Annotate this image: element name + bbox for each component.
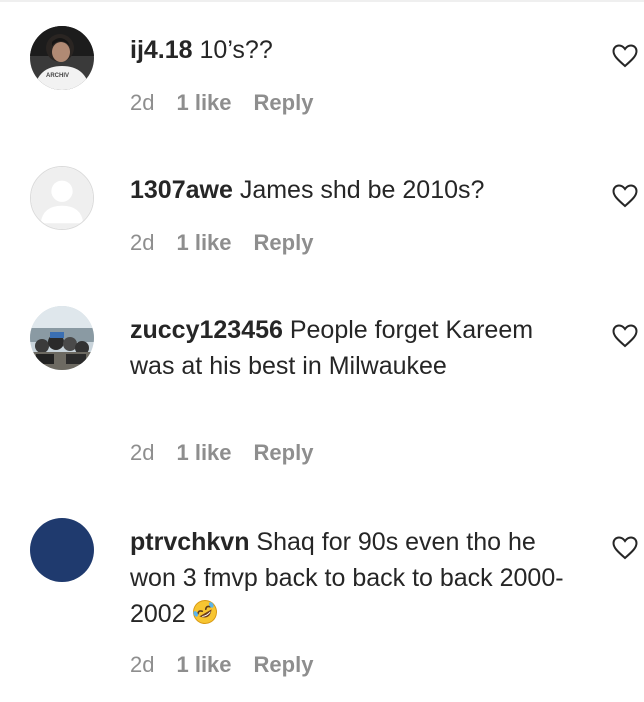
avatar[interactable] xyxy=(30,166,94,230)
comment-text: James shd be 2010s? xyxy=(232,176,485,204)
comment-body: 1307awe James shd be 2010s? xyxy=(130,172,580,208)
reply-button[interactable]: Reply xyxy=(254,652,314,677)
comment-time: 2d xyxy=(130,440,155,465)
comment-likes[interactable]: 1 like xyxy=(176,440,231,465)
comment-body: zuccy123456 People forget Kareem was at … xyxy=(130,312,580,384)
comment-body: ij4.18 10’s?? xyxy=(130,32,580,68)
comment-likes[interactable]: 1 like xyxy=(176,652,231,677)
comment-username[interactable]: 1307awe xyxy=(130,176,233,204)
avatar[interactable]: ARCHIV xyxy=(30,26,94,90)
comment-time: 2d xyxy=(130,90,155,115)
comment-username[interactable]: zuccy123456 xyxy=(130,316,283,344)
svg-text:ARCHIV: ARCHIV xyxy=(46,73,69,79)
comment-text: 10’s?? xyxy=(192,36,273,64)
comment-meta: 2d 1 like Reply xyxy=(130,230,335,256)
top-divider xyxy=(0,0,644,2)
comment-body: ptrvchkvn Shaq for 90s even tho he won 3… xyxy=(130,524,580,635)
comment-meta: 2d 1 like Reply xyxy=(130,90,335,116)
comment-time: 2d xyxy=(130,652,155,677)
comment-time: 2d xyxy=(130,230,155,255)
comment-likes[interactable]: 1 like xyxy=(176,90,231,115)
comment-meta: 2d 1 like Reply xyxy=(130,652,335,678)
reply-button[interactable]: Reply xyxy=(254,230,314,255)
avatar[interactable] xyxy=(30,306,94,370)
comment-username[interactable]: ij4.18 xyxy=(130,36,193,64)
heart-icon[interactable] xyxy=(612,324,638,348)
comment-meta: 2d 1 like Reply xyxy=(130,440,335,466)
heart-icon[interactable] xyxy=(612,44,638,68)
heart-icon[interactable] xyxy=(612,536,638,560)
reply-button[interactable]: Reply xyxy=(254,440,314,465)
heart-icon[interactable] xyxy=(612,184,638,208)
rolling-on-floor-laughing-emoji xyxy=(192,599,218,635)
comment-username[interactable]: ptrvchkvn xyxy=(130,528,249,556)
reply-button[interactable]: Reply xyxy=(254,90,314,115)
avatar[interactable] xyxy=(30,518,94,582)
comment-likes[interactable]: 1 like xyxy=(176,230,231,255)
